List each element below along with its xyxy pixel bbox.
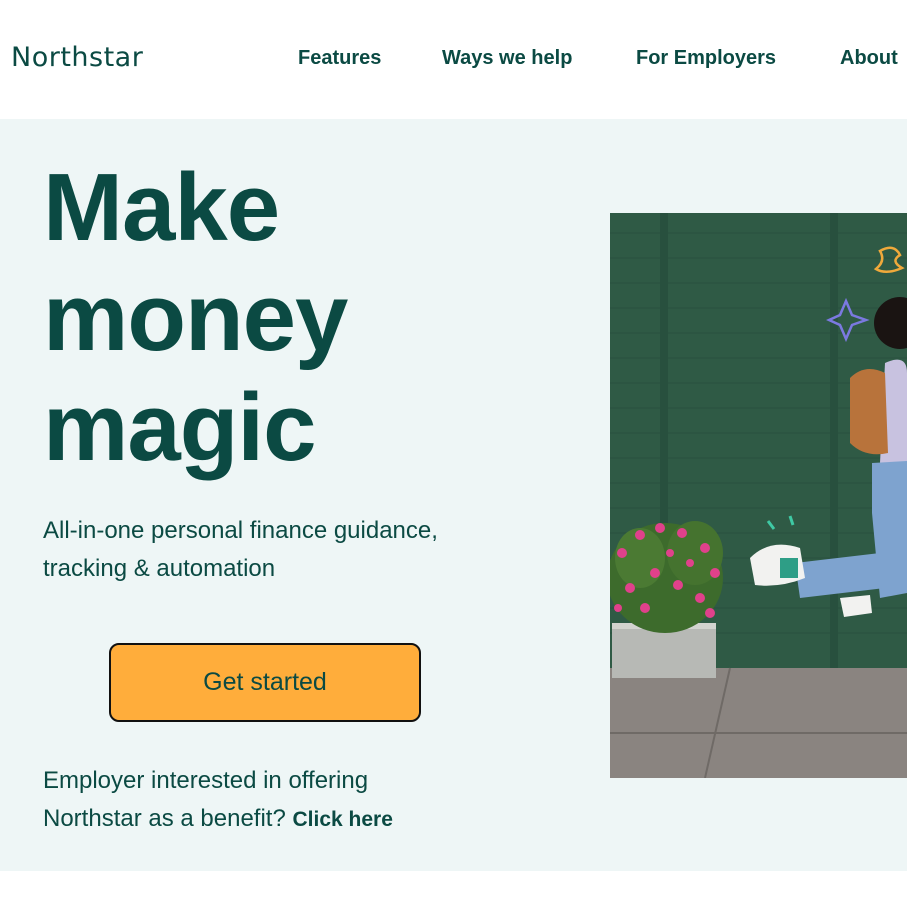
main-nav: Features Ways we help For Employers Abou…	[0, 47, 907, 73]
nav-item-about[interactable]: About	[840, 47, 898, 70]
nav-item-features[interactable]: Features	[298, 47, 381, 70]
employer-prompt: Employer interested in offering Northsta…	[43, 762, 463, 839]
site-header: Northstar Features Ways we help For Empl…	[0, 0, 907, 119]
nav-item-ways-we-help[interactable]: Ways we help	[442, 47, 572, 70]
hero-subtext: All-in-one personal finance guidance, tr…	[43, 517, 438, 582]
employer-click-here-link[interactable]: Click here	[292, 808, 392, 831]
hero-headline: Make money magic	[43, 153, 348, 483]
nav-item-for-employers[interactable]: For Employers	[636, 47, 776, 70]
headline-line-2: money	[43, 264, 348, 371]
hero-section: Make money magic All-in-one personal fin…	[0, 119, 907, 871]
get-started-button[interactable]: Get started	[109, 643, 421, 722]
hero-photo	[610, 213, 907, 778]
headline-line-1: Make	[43, 154, 280, 261]
headline-line-3: magic	[43, 374, 316, 481]
